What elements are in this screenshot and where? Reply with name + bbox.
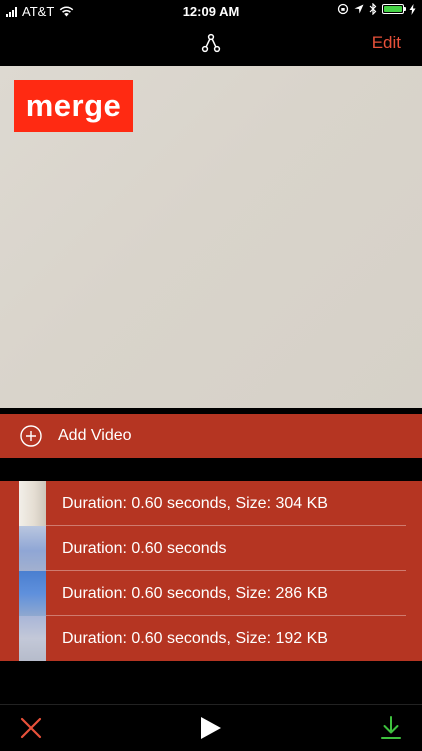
clip-label: Duration: 0.60 seconds, Size: 304 KB xyxy=(62,495,328,512)
location-icon xyxy=(354,4,364,14)
merge-icon xyxy=(201,33,221,53)
plus-circle-icon xyxy=(20,425,42,447)
clip-label: Duration: 0.60 seconds, Size: 192 KB xyxy=(62,630,328,647)
video-preview[interactable]: merge xyxy=(0,66,422,408)
status-bar: AT&T 12:09 AM xyxy=(0,0,422,22)
clip-thumbnail xyxy=(19,571,46,616)
clip-label: Duration: 0.60 seconds, Size: 286 KB xyxy=(62,585,328,602)
clip-row[interactable]: Duration: 0.60 seconds, Size: 192 KB xyxy=(0,616,422,661)
clip-row[interactable]: Duration: 0.60 seconds, Size: 304 KB xyxy=(0,481,422,526)
add-video-button[interactable]: Add Video xyxy=(0,414,422,458)
edit-button[interactable]: Edit xyxy=(372,33,401,53)
clip-row[interactable]: Duration: 0.60 seconds xyxy=(0,526,422,571)
clip-list: Duration: 0.60 seconds, Size: 304 KB Dur… xyxy=(0,481,422,661)
add-video-label: Add Video xyxy=(58,427,132,444)
bottom-toolbar xyxy=(0,704,422,751)
battery-icon xyxy=(382,4,406,14)
clip-label: Duration: 0.60 seconds xyxy=(62,540,227,557)
play-icon[interactable] xyxy=(200,716,222,740)
navigation-bar: Edit xyxy=(0,22,422,64)
merge-logo: merge xyxy=(14,80,133,132)
close-icon[interactable] xyxy=(20,717,42,739)
clip-thumbnail xyxy=(19,616,46,661)
bluetooth-icon xyxy=(369,3,377,15)
orientation-lock-icon xyxy=(337,3,349,15)
clip-thumbnail xyxy=(19,526,46,571)
clip-thumbnail xyxy=(19,481,46,526)
status-right xyxy=(337,3,416,15)
charging-icon xyxy=(409,3,416,15)
clip-row[interactable]: Duration: 0.60 seconds, Size: 286 KB xyxy=(0,571,422,616)
download-icon[interactable] xyxy=(380,716,402,740)
